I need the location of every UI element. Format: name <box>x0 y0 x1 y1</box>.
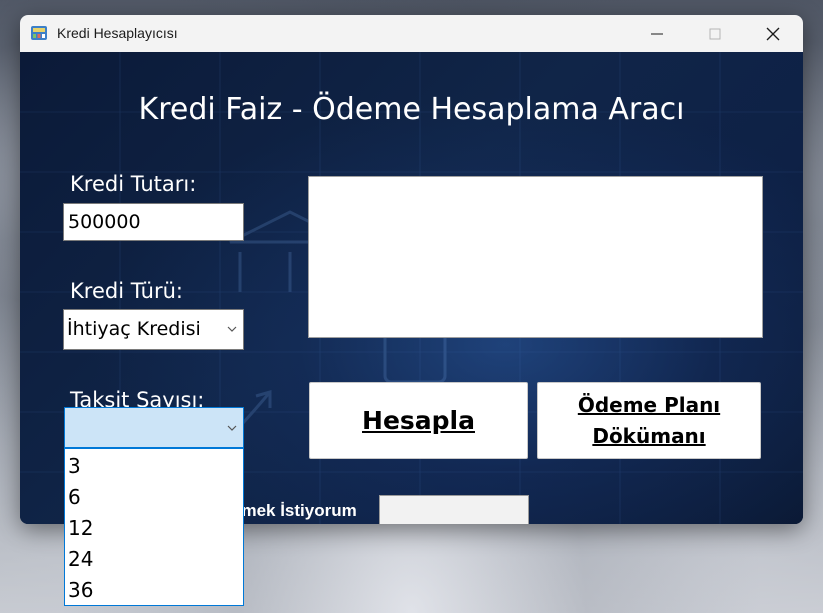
payment-plan-button-line1: Ödeme Planı <box>577 392 721 417</box>
close-button[interactable] <box>744 15 802 52</box>
calculate-button-label: Hesapla <box>362 406 475 435</box>
title-bar[interactable]: Kredi Hesaplayıcısı <box>20 15 803 52</box>
loan-type-label: Kredi Türü: <box>70 279 183 303</box>
maximize-icon <box>709 28 721 39</box>
installment-option[interactable]: 6 <box>65 480 243 511</box>
chevron-down-icon <box>227 326 237 332</box>
installment-option[interactable]: 3 <box>65 449 243 480</box>
close-icon <box>766 27 780 40</box>
chevron-down-icon <box>227 425 237 431</box>
payment-plan-button-line2: Dökümanı <box>592 423 706 448</box>
window-title: Kredi Hesaplayıcısı <box>57 25 178 41</box>
page-title: Kredi Faiz - Ödeme Hesaplama Aracı <box>138 92 685 127</box>
amount-input[interactable]: 500000 <box>63 203 244 241</box>
partial-option-input[interactable] <box>379 495 529 524</box>
installment-option[interactable]: 36 <box>65 573 243 604</box>
calculate-button[interactable]: Hesapla <box>309 382 528 459</box>
payment-plan-button[interactable]: Ödeme Planı Dökümanı <box>537 382 761 459</box>
amount-label: Kredi Tutarı: <box>70 172 197 196</box>
minimize-button[interactable] <box>628 15 686 52</box>
installment-dropdown-list: 3 6 12 24 36 <box>64 448 244 606</box>
loan-type-select[interactable]: İhtiyaç Kredisi <box>63 309 244 350</box>
loan-type-value: İhtiyaç Kredisi <box>67 318 201 340</box>
installment-option[interactable]: 24 <box>65 542 243 573</box>
calculator-app-icon <box>31 26 47 40</box>
installment-option[interactable]: 12 <box>65 511 243 542</box>
result-output-box[interactable] <box>308 176 763 338</box>
maximize-button[interactable] <box>686 15 744 52</box>
minimize-icon <box>651 33 663 34</box>
installment-select[interactable] <box>64 407 244 448</box>
partial-option-label: emek İstiyorum <box>232 501 357 520</box>
